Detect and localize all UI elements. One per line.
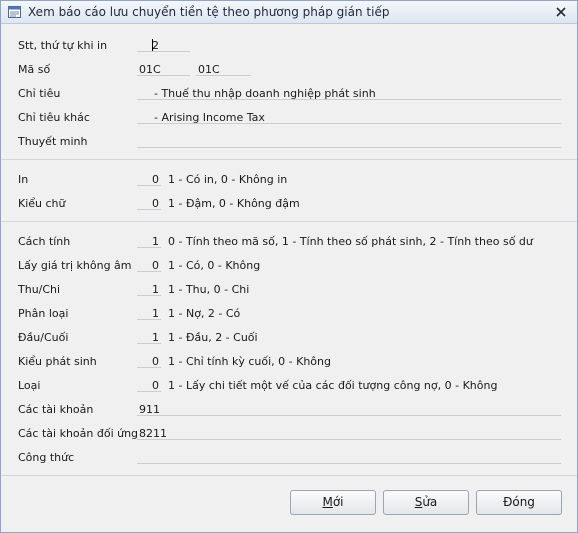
ma-so-underline-2 bbox=[196, 75, 251, 76]
ma-so-label: Mã số bbox=[18, 63, 51, 76]
close-icon[interactable] bbox=[553, 4, 569, 20]
kieu-chu-hint: 1 - Đậm, 0 - Không đậm bbox=[168, 197, 300, 210]
dong-button-label: Đóng bbox=[503, 495, 535, 509]
report-window-icon bbox=[8, 6, 21, 18]
kieu-chu-underline bbox=[137, 209, 161, 210]
title-bar: Xem báo cáo lưu chuyển tiền tệ theo phươ… bbox=[1, 1, 577, 24]
phan-loai-underline bbox=[137, 319, 161, 320]
cac-tai-khoan-doi-ung-label: Các tài khoản đối ứng bbox=[18, 427, 139, 440]
cac-tai-khoan-underline bbox=[137, 415, 561, 416]
chi-tieu-underline bbox=[137, 99, 561, 100]
cach-tinh-underline bbox=[137, 247, 161, 248]
separator-3 bbox=[1, 475, 577, 476]
loai-underline bbox=[137, 391, 161, 392]
phan-loai-label: Phân loại bbox=[18, 307, 69, 320]
cong-thuc-label: Công thức bbox=[18, 451, 75, 464]
sua-button[interactable]: Sửa bbox=[383, 490, 469, 515]
cach-tinh-label: Cách tính bbox=[18, 235, 71, 248]
dau-cuoi-underline bbox=[137, 343, 161, 344]
phan-loai-hint: 1 - Nợ, 2 - Có bbox=[168, 307, 241, 320]
stt-underline bbox=[137, 51, 190, 52]
chi-tieu-khac-label: Chỉ tiêu khác bbox=[18, 111, 90, 124]
chi-tieu-khac-underline bbox=[137, 123, 561, 124]
thuyet-minh-label: Thuyết minh bbox=[18, 135, 88, 148]
kieu-phat-sinh-hint: 1 - Chỉ tính kỳ cuối, 0 - Không bbox=[168, 355, 331, 368]
moi-button-label: ới bbox=[332, 495, 344, 509]
dialog-body: Stt, thứ tự khi in 2 Mã số 01C 01C Chỉ t… bbox=[1, 24, 577, 532]
dong-button[interactable]: Đóng bbox=[476, 490, 562, 515]
thuyet-minh-underline bbox=[137, 147, 561, 148]
moi-button-mnemonic: M bbox=[322, 495, 333, 509]
lay-gia-tri-hint: 1 - Có, 0 - Không bbox=[168, 259, 261, 272]
kieu-phat-sinh-underline bbox=[137, 367, 161, 368]
kieu-chu-label: Kiểu chữ bbox=[18, 197, 66, 210]
text-caret bbox=[152, 39, 153, 51]
chi-tieu-label: Chỉ tiêu bbox=[18, 87, 61, 100]
cac-tai-khoan-label: Các tài khoản bbox=[18, 403, 94, 416]
window-title: Xem báo cáo lưu chuyển tiền tệ theo phươ… bbox=[28, 5, 390, 19]
stt-label: Stt, thứ tự khi in bbox=[18, 39, 108, 52]
dialog-window: Xem báo cáo lưu chuyển tiền tệ theo phươ… bbox=[0, 0, 578, 533]
loai-label: Loại bbox=[18, 379, 41, 392]
dau-cuoi-hint: 1 - Đầu, 2 - Cuối bbox=[168, 331, 258, 344]
loai-hint: 1 - Lấy chi tiết một vế của các đối tượn… bbox=[168, 379, 498, 392]
cong-thuc-underline bbox=[137, 463, 561, 464]
sua-button-label: ửa bbox=[422, 495, 438, 509]
dau-cuoi-label: Đầu/Cuối bbox=[18, 331, 69, 344]
thu-chi-hint: 1 - Thu, 0 - Chi bbox=[168, 283, 250, 296]
thu-chi-label: Thu/Chi bbox=[18, 283, 61, 296]
moi-button[interactable]: Mới bbox=[290, 490, 376, 515]
cach-tinh-hint: 0 - Tính theo mã số, 1 - Tính theo số ph… bbox=[168, 235, 533, 248]
ma-so-underline bbox=[137, 75, 190, 76]
in-hint: 1 - Có in, 0 - Không in bbox=[168, 173, 288, 186]
lay-gia-tri-label: Lấy giá trị không âm bbox=[18, 259, 132, 272]
in-underline bbox=[137, 185, 161, 186]
in-label: In bbox=[18, 173, 29, 186]
lay-gia-tri-underline bbox=[137, 271, 161, 272]
separator-2 bbox=[1, 221, 577, 222]
kieu-phat-sinh-label: Kiểu phát sinh bbox=[18, 355, 97, 368]
thu-chi-underline bbox=[137, 295, 161, 296]
cac-tai-khoan-doi-ung-underline bbox=[137, 439, 561, 440]
separator-1 bbox=[1, 159, 577, 160]
